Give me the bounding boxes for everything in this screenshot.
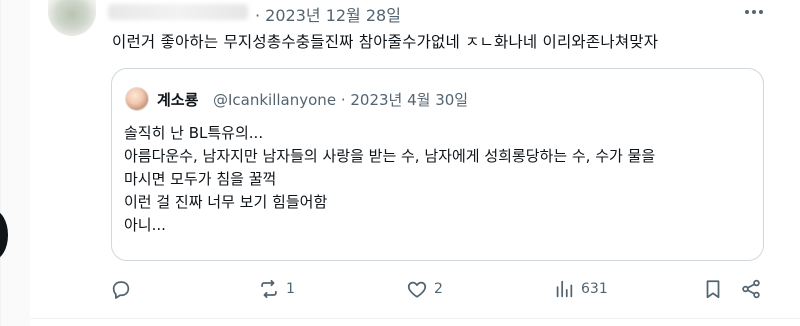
tweet-author-name-blurred [108, 4, 248, 20]
retweet-icon [261, 279, 277, 299]
share-button[interactable] [740, 278, 762, 300]
tweet-author-avatar[interactable] [48, 0, 96, 36]
views-button[interactable]: 631 [553, 278, 608, 300]
reply-icon [112, 281, 130, 299]
quoted-author-handle-date: @Icankillanyone · 2023년 4월 30일 [213, 91, 469, 109]
quoted-text-line: 아름다운수, 남자지만 남자들의 사랑을 받는 수, 남자에게 성희롱당하는 수… [124, 147, 656, 165]
quoted-text-line: 이런 걸 진짜 너무 보기 힘들어함 [124, 193, 328, 211]
retweet-count: 1 [286, 281, 295, 297]
bookmark-button[interactable] [702, 278, 724, 300]
tweet-date[interactable]: · 2023년 12월 28일 [255, 2, 401, 26]
views-count: 631 [581, 281, 608, 297]
tweet-action-bar: 1 2 631 [0, 274, 800, 304]
views-chart-icon [556, 280, 573, 298]
quoted-tweet-card[interactable]: 계소룡 @Icankillanyone · 2023년 4월 30일 솔직히 난… [111, 68, 764, 261]
quoted-text-line: 솔직히 난 BL특유의... [124, 124, 264, 142]
quoted-tweet-body: 솔직히 난 BL특유의... 아름다운수, 남자지만 남자들의 사랑을 받는 수… [124, 122, 754, 237]
retweet-button[interactable]: 1 [258, 278, 295, 300]
quoted-text-line: 마시면 모두가 침을 꿀꺽 [124, 170, 277, 188]
quoted-text-line: 아니... [124, 216, 166, 234]
bookmark-icon [706, 280, 720, 299]
more-horizontal-icon[interactable] [743, 2, 765, 22]
tweet-text: 이런거 좋아하는 무지성총수충들진짜 참아줄수가없네 ㅈㄴ화나네 이리와존나쳐맞… [112, 33, 659, 51]
tweet-divider [30, 318, 800, 319]
quoted-author-name: 계소룡 [157, 91, 199, 109]
share-icon [742, 279, 760, 299]
reply-button[interactable] [110, 278, 138, 300]
like-count: 2 [434, 281, 443, 297]
quoted-author-avatar [125, 87, 149, 111]
heart-icon [407, 281, 427, 298]
like-button[interactable]: 2 [406, 278, 443, 300]
